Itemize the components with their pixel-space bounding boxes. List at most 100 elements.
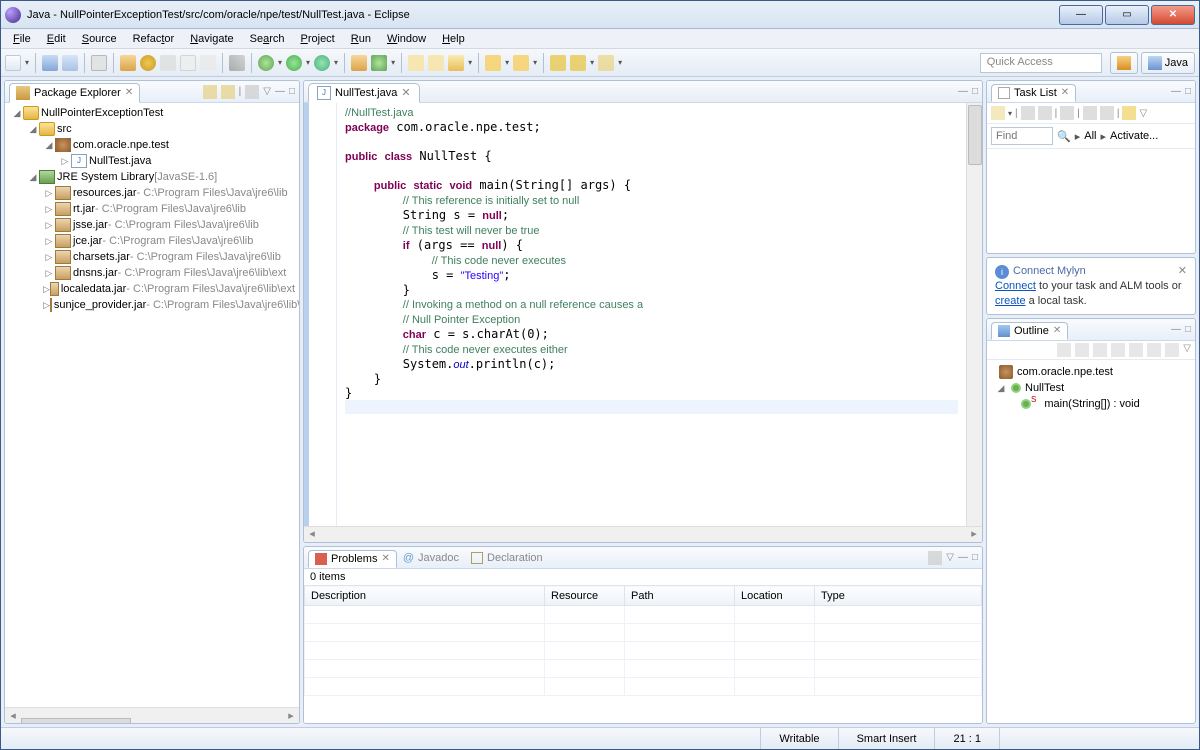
java-perspective-button[interactable]: Java: [1141, 52, 1195, 74]
synchronize-icon[interactable]: [1122, 106, 1136, 120]
menu-project[interactable]: Project: [293, 31, 343, 47]
outline-tree[interactable]: com.oracle.npe.test ◢NullTest Smain(Stri…: [987, 360, 1195, 416]
back-icon[interactable]: [570, 55, 586, 71]
menu-edit[interactable]: Edit: [39, 31, 74, 47]
maximize-button[interactable]: ▭: [1105, 5, 1149, 25]
package-explorer-tab[interactable]: Package Explorer ✕: [9, 83, 140, 103]
close-mylyn-icon[interactable]: ✕: [1178, 264, 1187, 279]
minimize-outline-icon[interactable]: —: [1171, 324, 1181, 335]
focus-outline-icon[interactable]: [1057, 343, 1071, 357]
tree-jre[interactable]: JRE System Library: [57, 171, 154, 183]
menu-source[interactable]: Source: [74, 31, 125, 47]
focus-workweek-icon[interactable]: [1060, 106, 1074, 120]
run-icon[interactable]: [286, 55, 302, 71]
new-package-icon[interactable]: [160, 55, 176, 71]
new-class-icon[interactable]: [180, 55, 196, 71]
maximize-problems-icon[interactable]: □: [972, 552, 978, 563]
outline-method[interactable]: main(String[]) : void: [1044, 398, 1139, 410]
hide-static-icon[interactable]: [1129, 343, 1143, 357]
col-description[interactable]: Description: [305, 586, 545, 606]
minimize-editor-icon[interactable]: —: [958, 86, 968, 97]
az-sort-icon[interactable]: [1093, 343, 1107, 357]
tree-jar[interactable]: ▷jsse.jar - C:\Program Files\Java\jre6\l…: [9, 217, 295, 233]
outline-view-menu-icon[interactable]: ▽: [1183, 343, 1191, 357]
menu-help[interactable]: Help: [434, 31, 473, 47]
new-java-project-icon[interactable]: [351, 55, 367, 71]
skip-breakpoints-icon[interactable]: [140, 55, 156, 71]
toggle-icon[interactable]: [200, 55, 216, 71]
open-task-icon[interactable]: [428, 55, 444, 71]
editor-vertical-scrollbar[interactable]: [966, 103, 982, 526]
maximize-outline-icon[interactable]: □: [1185, 324, 1191, 335]
wand-icon[interactable]: [229, 55, 245, 71]
tree-jar[interactable]: ▷resources.jar - C:\Program Files\Java\j…: [9, 185, 295, 201]
tree-jar[interactable]: ▷sunjce_provider.jar - C:\Program Files\…: [9, 297, 295, 313]
quick-access-input[interactable]: Quick Access: [980, 53, 1102, 73]
search-icon[interactable]: [448, 55, 464, 71]
close-tab-icon[interactable]: ✕: [401, 86, 410, 99]
menu-search[interactable]: Search: [242, 31, 293, 47]
col-type[interactable]: Type: [815, 586, 982, 606]
close-view-icon[interactable]: ✕: [125, 87, 133, 98]
save-icon[interactable]: [42, 55, 58, 71]
collapse-all-icon[interactable]: [203, 85, 217, 99]
collapse-icon[interactable]: [1100, 106, 1114, 120]
run-last-icon[interactable]: [314, 55, 330, 71]
hide-nonpublic-icon[interactable]: [1147, 343, 1161, 357]
close-tasklist-icon[interactable]: ✕: [1061, 87, 1069, 98]
tasklist-tab[interactable]: Task List ✕: [991, 84, 1076, 102]
scheduled-icon[interactable]: [1038, 106, 1052, 120]
forward-icon[interactable]: [598, 55, 614, 71]
tree-jar[interactable]: ▷localedata.jar - C:\Program Files\Java\…: [9, 281, 295, 297]
declaration-tab[interactable]: Declaration: [465, 550, 549, 566]
minimize-tasklist-icon[interactable]: —: [1171, 86, 1181, 97]
problems-tab[interactable]: Problems ✕: [308, 550, 397, 568]
tree-jar[interactable]: ▷rt.jar - C:\Program Files\Java\jre6\lib: [9, 201, 295, 217]
editor-horizontal-scrollbar[interactable]: ◂▸: [304, 526, 982, 542]
next-annotation-icon[interactable]: [485, 55, 501, 71]
editor-code[interactable]: //NullTest.java package com.oracle.npe.t…: [337, 103, 966, 526]
task-find-input[interactable]: [991, 127, 1053, 145]
tasklist-view-menu-icon[interactable]: ▽: [1139, 108, 1147, 119]
problems-focus-icon[interactable]: [928, 551, 942, 565]
tree-file[interactable]: NullTest.java: [89, 155, 151, 167]
focus-task-icon[interactable]: [245, 85, 259, 99]
close-outline-icon[interactable]: ✕: [1053, 325, 1061, 336]
open-perspective-button[interactable]: [1110, 52, 1138, 74]
javadoc-tab[interactable]: @ Javadoc: [397, 550, 465, 566]
maximize-view-icon[interactable]: □: [289, 86, 295, 97]
hide-icon[interactable]: [1083, 106, 1097, 120]
editor-body[interactable]: //NullTest.java package com.oracle.npe.t…: [304, 103, 982, 526]
outline-tab[interactable]: Outline ✕: [991, 322, 1068, 340]
minimize-view-icon[interactable]: —: [275, 86, 285, 97]
search-glass-icon[interactable]: 🔍: [1057, 130, 1071, 143]
close-problems-icon[interactable]: ✕: [381, 553, 389, 564]
problems-view-menu-icon[interactable]: ▽: [946, 552, 954, 563]
minimize-problems-icon[interactable]: —: [958, 552, 968, 563]
tree-jar[interactable]: ▷jce.jar - C:\Program Files\Java\jre6\li…: [9, 233, 295, 249]
minimize-button[interactable]: —: [1059, 5, 1103, 25]
new-task-icon[interactable]: [991, 106, 1005, 120]
hide-fields-icon[interactable]: [1111, 343, 1125, 357]
maximize-editor-icon[interactable]: □: [972, 86, 978, 97]
mylyn-connect-link[interactable]: Connect: [995, 280, 1036, 292]
sort-icon[interactable]: [1075, 343, 1089, 357]
task-activate-label[interactable]: Activate...: [1110, 130, 1158, 142]
tree-horizontal-scrollbar[interactable]: ◂▸: [5, 707, 299, 723]
close-button[interactable]: ✕: [1151, 5, 1195, 25]
package-explorer-tree[interactable]: ◢NullPointerExceptionTest ◢src ◢com.orac…: [5, 103, 299, 707]
task-all-label[interactable]: All: [1084, 130, 1096, 142]
save-all-icon[interactable]: [62, 55, 78, 71]
menu-navigate[interactable]: Navigate: [182, 31, 241, 47]
col-resource[interactable]: Resource: [545, 586, 625, 606]
editor-tab[interactable]: J NullTest.java ✕: [308, 83, 420, 103]
build-icon[interactable]: [120, 55, 136, 71]
hide-local-icon[interactable]: [1165, 343, 1179, 357]
print-icon[interactable]: [91, 55, 107, 71]
menu-window[interactable]: Window: [379, 31, 434, 47]
editor-gutter[interactable]: [309, 103, 337, 526]
categorized-icon[interactable]: [1021, 106, 1035, 120]
tree-src[interactable]: src: [57, 123, 72, 135]
mylyn-create-link[interactable]: create: [995, 295, 1026, 307]
new-java-package-icon[interactable]: [371, 55, 387, 71]
